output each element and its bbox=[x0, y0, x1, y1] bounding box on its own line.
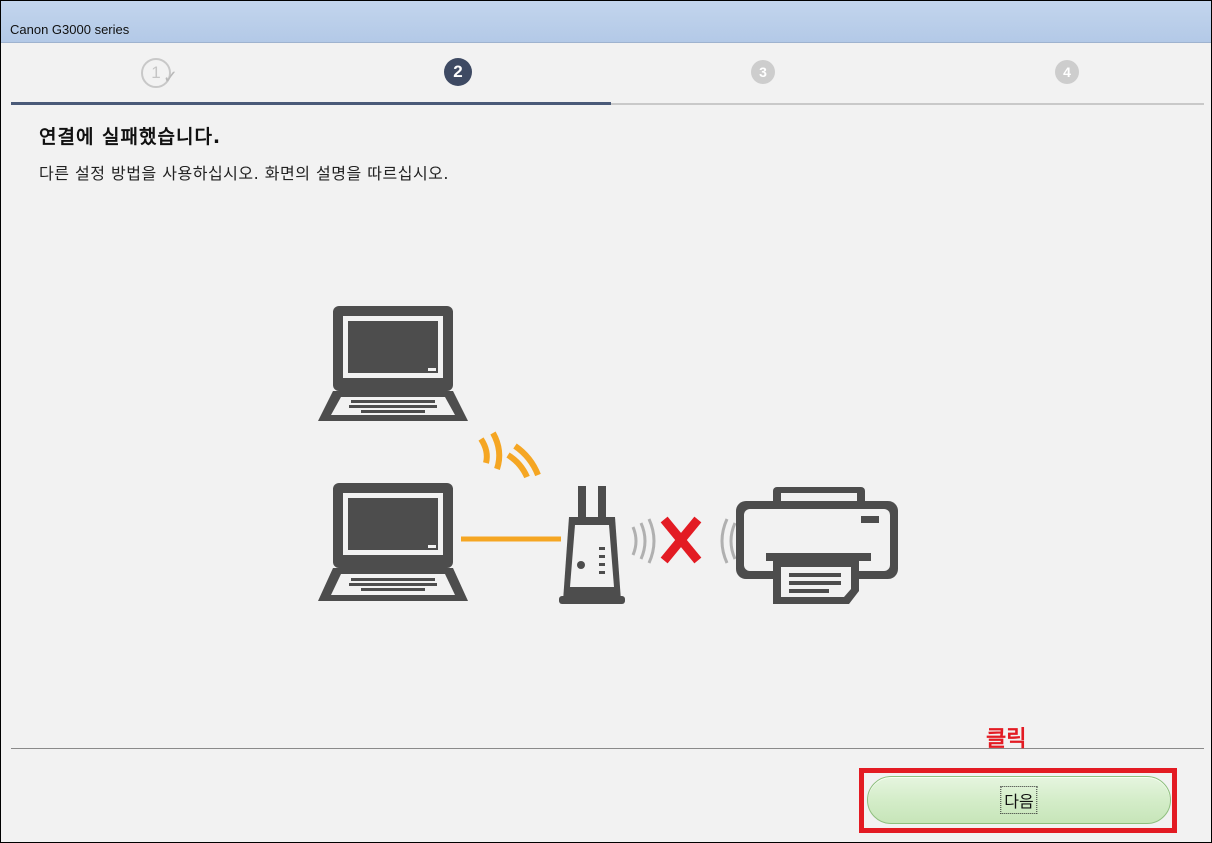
step-3-label: 3 bbox=[759, 64, 767, 80]
window-title: Canon G3000 series bbox=[10, 22, 130, 37]
signal-waves-icon bbox=[631, 518, 656, 564]
step-1-label: 1 bbox=[151, 63, 161, 82]
connection-illustration bbox=[318, 306, 898, 604]
step-2-label: 2 bbox=[453, 62, 463, 81]
click-annotation: 클릭 bbox=[986, 727, 1027, 752]
step-1-completed: 1 ✓ bbox=[141, 58, 178, 88]
router-icon bbox=[559, 486, 625, 604]
installer-window: Canon G3000 series 1 ✓ 2 3 4 연결에 실패했습니다.… bbox=[0, 0, 1212, 843]
wifi-signal-icon bbox=[478, 431, 541, 479]
step-4-pending: 4 bbox=[1055, 60, 1079, 84]
laptop-icon bbox=[318, 306, 468, 421]
connection-failed-icon bbox=[660, 516, 702, 564]
check-icon: ✓ bbox=[162, 67, 178, 87]
step-3-pending: 3 bbox=[751, 60, 775, 84]
title-bar: Canon G3000 series bbox=[1, 1, 1211, 43]
step-indicator: 1 ✓ 2 3 4 bbox=[1, 43, 1211, 107]
next-button[interactable]: 다음 bbox=[867, 776, 1171, 824]
error-heading: 연결에 실패했습니다. bbox=[39, 126, 222, 148]
error-instruction: 다른 설정 방법을 사용하십시오. 화면의 설명을 따르십시오. bbox=[39, 164, 449, 183]
progress-fill bbox=[11, 102, 611, 105]
step-4-label: 4 bbox=[1063, 64, 1071, 80]
step-2-current: 2 bbox=[444, 58, 472, 86]
laptop-icon bbox=[318, 483, 468, 601]
next-button-label: 다음 bbox=[1000, 786, 1038, 814]
printer-icon bbox=[736, 487, 898, 604]
